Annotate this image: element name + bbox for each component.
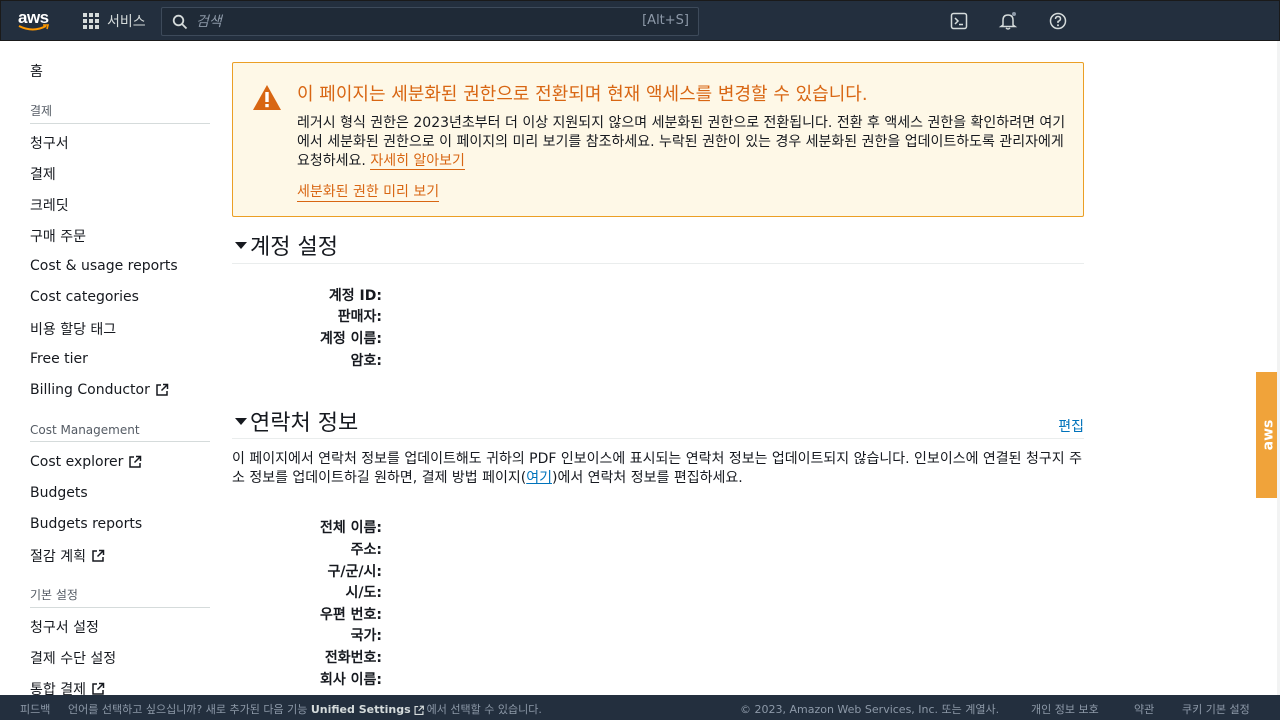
search-shortcut: [Alt+S] (642, 13, 689, 28)
address-label: 주소: (350, 542, 382, 558)
unified-settings-link[interactable]: Unified Settings (311, 703, 411, 716)
cloudshell-icon[interactable] (949, 11, 969, 31)
services-label: 서비스 (107, 14, 146, 30)
preview-fine-grained-link[interactable]: 세분화된 권한 미리 보기 (297, 181, 440, 202)
sidebar-item-bills[interactable]: 청구서 (30, 133, 69, 153)
footer-cookie-preferences-link[interactable]: 쿠키 기본 설정 (1182, 701, 1250, 717)
full-name-label: 전체 이름: (320, 520, 382, 536)
sidebar-item-cost-allocation-tags[interactable]: 비용 할당 태그 (30, 319, 116, 339)
sidebar-item-payments[interactable]: 결제 (30, 164, 56, 184)
caret-down-icon (235, 418, 247, 425)
sidebar-item-budgets-reports[interactable]: Budgets reports (30, 516, 142, 532)
phone-label: 전화번호: (324, 650, 382, 666)
sidebar-item-billing-conductor[interactable]: Billing Conductor (30, 382, 169, 398)
payment-methods-link[interactable]: 여기 (526, 470, 552, 486)
sidebar-item-home[interactable]: 홈 (30, 61, 43, 81)
caret-down-icon (235, 242, 247, 249)
learn-more-link[interactable]: 자세히 알아보기 (370, 153, 465, 170)
account-settings-header[interactable]: 계정 설정 (232, 227, 1084, 264)
sidebar-item-cost-explorer[interactable]: Cost explorer (30, 454, 142, 470)
edit-contact-link[interactable]: 편집 (1058, 416, 1084, 436)
alert-title: 이 페이지는 세분화된 권한으로 전환되며 현재 액세스를 변경할 수 있습니다… (297, 84, 868, 105)
alert-body: 레거시 형식 권한은 2023년초부터 더 이상 지원되지 않으며 세분화된 권… (297, 115, 1066, 170)
smile-icon (18, 24, 50, 31)
company-name-label: 회사 이름: (320, 672, 382, 688)
city-label: 구/군/시: (327, 564, 382, 580)
help-icon[interactable] (1048, 11, 1068, 31)
external-link-icon (129, 455, 142, 468)
main-content: 이 페이지는 세분화된 권한으로 전환되며 현재 액세스를 변경할 수 있습니다… (232, 41, 1084, 695)
search-input[interactable] (196, 12, 596, 32)
account-id-label: 계정 ID: (328, 288, 382, 304)
sidebar-item-purchase-orders[interactable]: 구매 주문 (30, 226, 86, 246)
bell-icon[interactable] (998, 11, 1018, 31)
contact-info-header[interactable]: 연락처 정보 편집 (232, 401, 1084, 439)
sidebar-item-billing-preferences[interactable]: 청구서 설정 (30, 617, 99, 637)
sidebar-item-cost-usage-reports[interactable]: Cost & usage reports (30, 258, 178, 274)
footer-terms-link[interactable]: 약관 (1134, 701, 1154, 717)
postal-code-label: 우편 번호: (320, 607, 382, 623)
aws-logo[interactable]: aws (18, 9, 52, 33)
password-label: 암호: (350, 353, 382, 369)
search-box[interactable]: [Alt+S] (161, 7, 699, 36)
footer-copyright: © 2023, Amazon Web Services, Inc. 또는 계열사… (740, 703, 1000, 716)
country-label: 국가: (350, 628, 382, 644)
sidebar-item-budgets[interactable]: Budgets (30, 485, 88, 501)
seller-label: 판매자: (337, 309, 382, 325)
sidebar: 홈 결제 청구서 결제 크레딧 구매 주문 Cost & usage repor… (0, 41, 220, 695)
sidebar-section-preferences: 기본 설정 (30, 586, 210, 608)
footer-privacy-link[interactable]: 개인 정보 보호 (1031, 701, 1099, 717)
external-link-icon (414, 705, 424, 715)
top-navigation-bar: aws 서비스 [Alt+S] (0, 0, 1280, 41)
search-icon (172, 14, 188, 30)
footer-feedback-link[interactable]: 피드백 (20, 701, 50, 717)
account-name-label: 계정 이름: (320, 331, 382, 347)
external-link-icon (92, 549, 105, 562)
contact-info-description: 이 페이지에서 연락처 정보를 업데이트해도 귀하의 PDF 인보이스에 표시되… (232, 451, 1082, 486)
external-link-icon (92, 682, 105, 695)
sidebar-item-payment-preferences[interactable]: 결제 수단 설정 (30, 648, 116, 668)
sidebar-item-credits[interactable]: 크레딧 (30, 195, 69, 215)
grid-icon (83, 13, 99, 29)
footer: 피드백 언어를 선택하고 싶으십니까? 새로 추가된 다음 기능 Unified… (0, 695, 1280, 720)
sidebar-section-cost-management: Cost Management (30, 423, 210, 442)
sidebar-item-savings-plans[interactable]: 절감 계획 (30, 546, 105, 566)
sidebar-item-cost-categories[interactable]: Cost categories (30, 289, 139, 305)
permissions-warning-alert: 이 페이지는 세분화된 권한으로 전환되며 현재 액세스를 변경할 수 있습니다… (232, 62, 1084, 217)
contact-info-title: 연락처 정보 (250, 411, 359, 436)
sidebar-item-consolidated-billing[interactable]: 통합 결제 (30, 679, 105, 695)
state-label: 시/도: (345, 585, 382, 601)
account-settings-title: 계정 설정 (250, 235, 338, 260)
feedback-tab-label: aws (1260, 419, 1276, 451)
warning-icon (253, 85, 281, 110)
external-link-icon (156, 383, 169, 396)
services-menu-button[interactable]: 서비스 (83, 11, 146, 31)
sidebar-item-free-tier[interactable]: Free tier (30, 351, 88, 367)
footer-language-prompt: 언어를 선택하고 싶으십니까? 새로 추가된 다음 기능 Unified Set… (68, 703, 542, 716)
sidebar-section-billing: 결제 (30, 102, 210, 124)
